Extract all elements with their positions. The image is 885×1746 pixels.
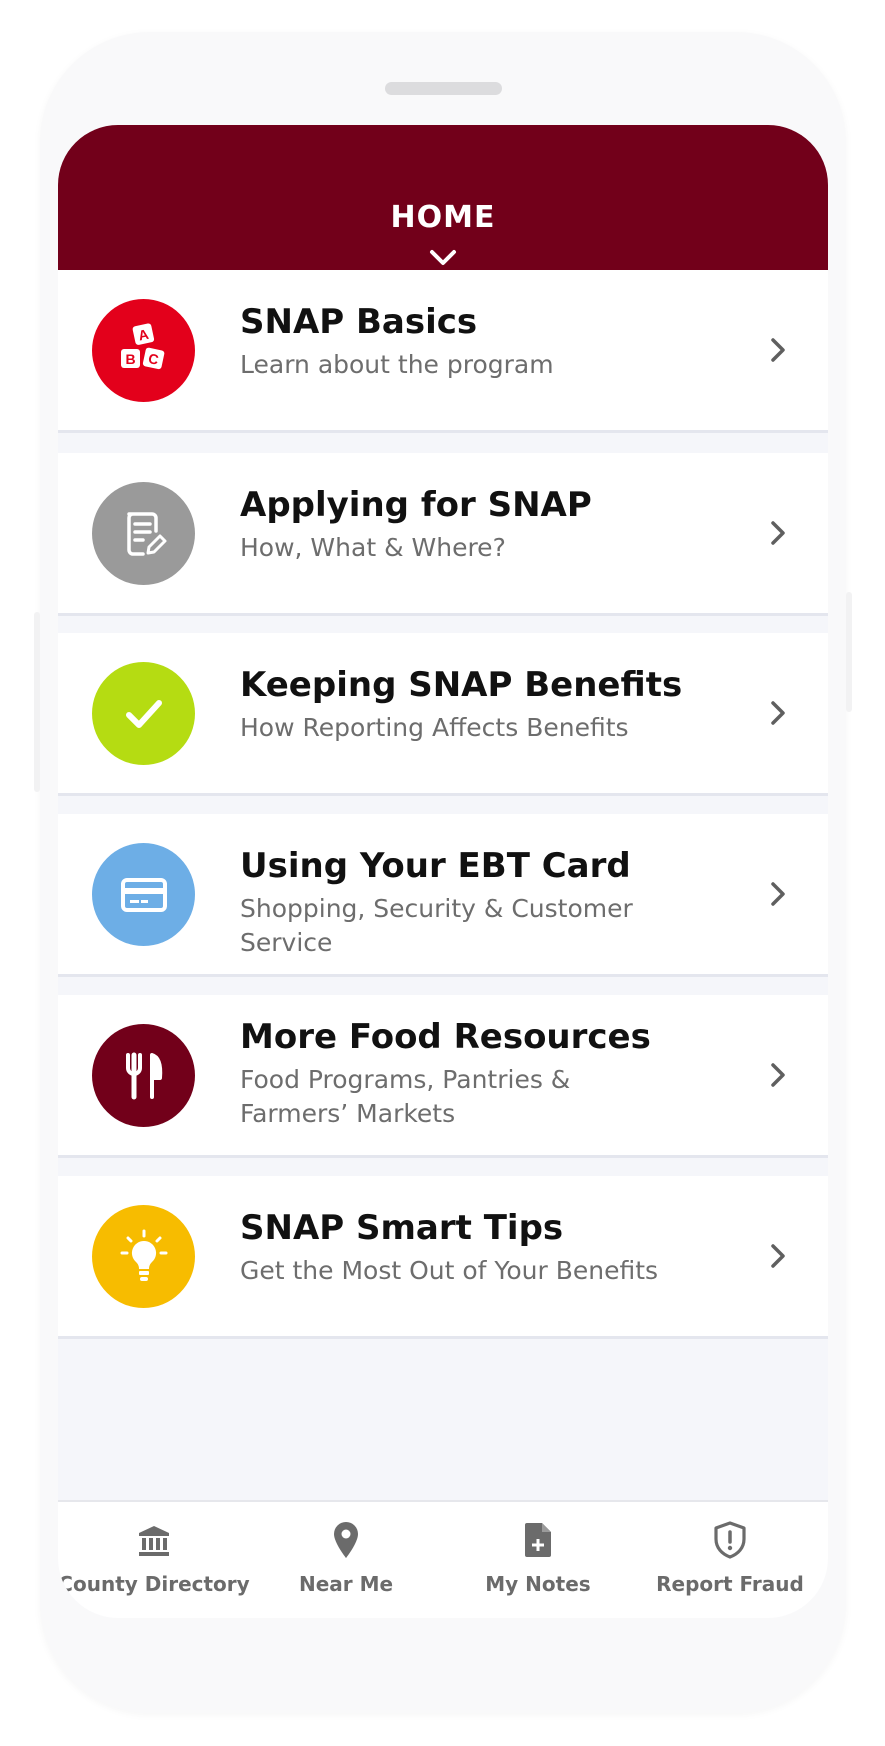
menu-item-subtitle: How Reporting Affects Benefits — [240, 713, 629, 742]
bottom-tab-bar: County Directory Near Me My Notes Report… — [58, 1500, 828, 1618]
shield-alert-icon — [714, 1521, 746, 1559]
tab-my-notes[interactable]: My Notes — [442, 1502, 634, 1618]
chevron-right-icon — [771, 521, 785, 545]
menu-item-title: More Food Resources — [240, 1017, 651, 1057]
credit-card-icon — [92, 843, 195, 946]
tab-label: Report Fraud — [656, 1572, 804, 1596]
map-pin-icon — [334, 1522, 358, 1558]
chevron-right-icon — [771, 1063, 785, 1087]
chevron-right-icon — [771, 701, 785, 725]
menu-item-applying[interactable]: Applying for SNAP How, What & Where? — [58, 453, 828, 616]
menu-item-title: SNAP Smart Tips — [240, 1208, 564, 1248]
menu-item-subtitle: Shopping, Security & Customer Service — [240, 894, 633, 957]
chevron-down-icon[interactable] — [429, 249, 457, 267]
menu-item-subtitle: How, What & Where? — [240, 533, 506, 562]
tab-label: County Directory — [58, 1572, 250, 1596]
chevron-right-icon — [771, 882, 785, 906]
menu-item-keeping-benefits[interactable]: Keeping SNAP Benefits How Reporting Affe… — [58, 633, 828, 796]
note-add-icon — [525, 1523, 551, 1557]
government-building-icon — [139, 1526, 169, 1556]
menu-item-subtitle: Get the Most Out of Your Benefits — [240, 1256, 659, 1285]
svg-text:B: B — [125, 351, 135, 367]
menu-item-title: Keeping SNAP Benefits — [240, 665, 683, 705]
tab-label: My Notes — [485, 1572, 591, 1596]
menu-item-smart-tips[interactable]: SNAP Smart Tips Get the Most Out of Your… — [58, 1176, 828, 1339]
page-title: HOME — [390, 200, 496, 235]
phone-side-button — [34, 612, 40, 792]
tab-near-me[interactable]: Near Me — [250, 1502, 442, 1618]
checkmark-icon — [92, 662, 195, 765]
menu-item-snap-basics[interactable]: A B C SNAP Basics Learn about the progra… — [58, 270, 828, 433]
phone-speaker — [385, 82, 502, 95]
lightbulb-icon — [92, 1205, 195, 1308]
menu-item-food-resources[interactable]: More Food Resources Food Programs, Pantr… — [58, 995, 828, 1158]
chevron-right-icon — [771, 1244, 785, 1268]
menu-item-title: Using Your EBT Card — [240, 846, 631, 886]
menu-item-subtitle: Learn about the program — [240, 350, 554, 379]
fork-knife-icon — [92, 1024, 195, 1127]
phone-side-button — [846, 592, 852, 712]
menu-item-ebt-card[interactable]: Using Your EBT Card Shopping, Security &… — [58, 814, 828, 977]
menu-item-title: SNAP Basics — [240, 302, 478, 342]
chevron-right-icon — [771, 338, 785, 362]
tab-label: Near Me — [298, 1572, 394, 1596]
menu-item-title: Applying for SNAP — [240, 485, 592, 525]
document-edit-icon — [92, 482, 195, 585]
tab-county-directory[interactable]: County Directory — [58, 1502, 250, 1618]
tab-report-fraud[interactable]: Report Fraud — [634, 1502, 826, 1618]
app-screen: HOME A B C SNAP Basics Learn about the p… — [58, 125, 828, 1618]
menu-item-subtitle: Food Programs, Pantries & Farmers’ Marke… — [240, 1065, 571, 1128]
abc-blocks-icon: A B C — [92, 299, 195, 402]
